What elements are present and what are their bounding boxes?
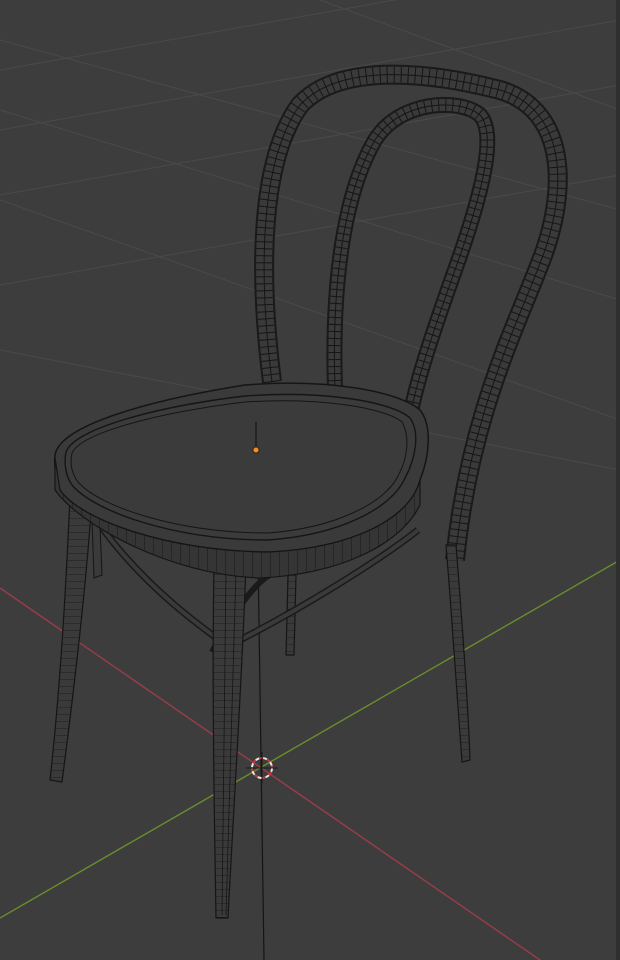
front-left-leg: [49, 494, 103, 783]
object-origin-icon[interactable]: [252, 446, 260, 454]
y-axis-line: [0, 559, 620, 919]
backrest-inner-bow: [326, 97, 496, 431]
chair-mesh[interactable]: [49, 64, 568, 919]
3d-viewport[interactable]: [0, 0, 620, 960]
viewport-canvas[interactable]: [0, 0, 620, 960]
front-center-leg: [212, 564, 247, 919]
back-right-leg: [445, 544, 471, 763]
3d-cursor-icon[interactable]: [246, 752, 278, 784]
viewport-edge: [616, 0, 620, 960]
